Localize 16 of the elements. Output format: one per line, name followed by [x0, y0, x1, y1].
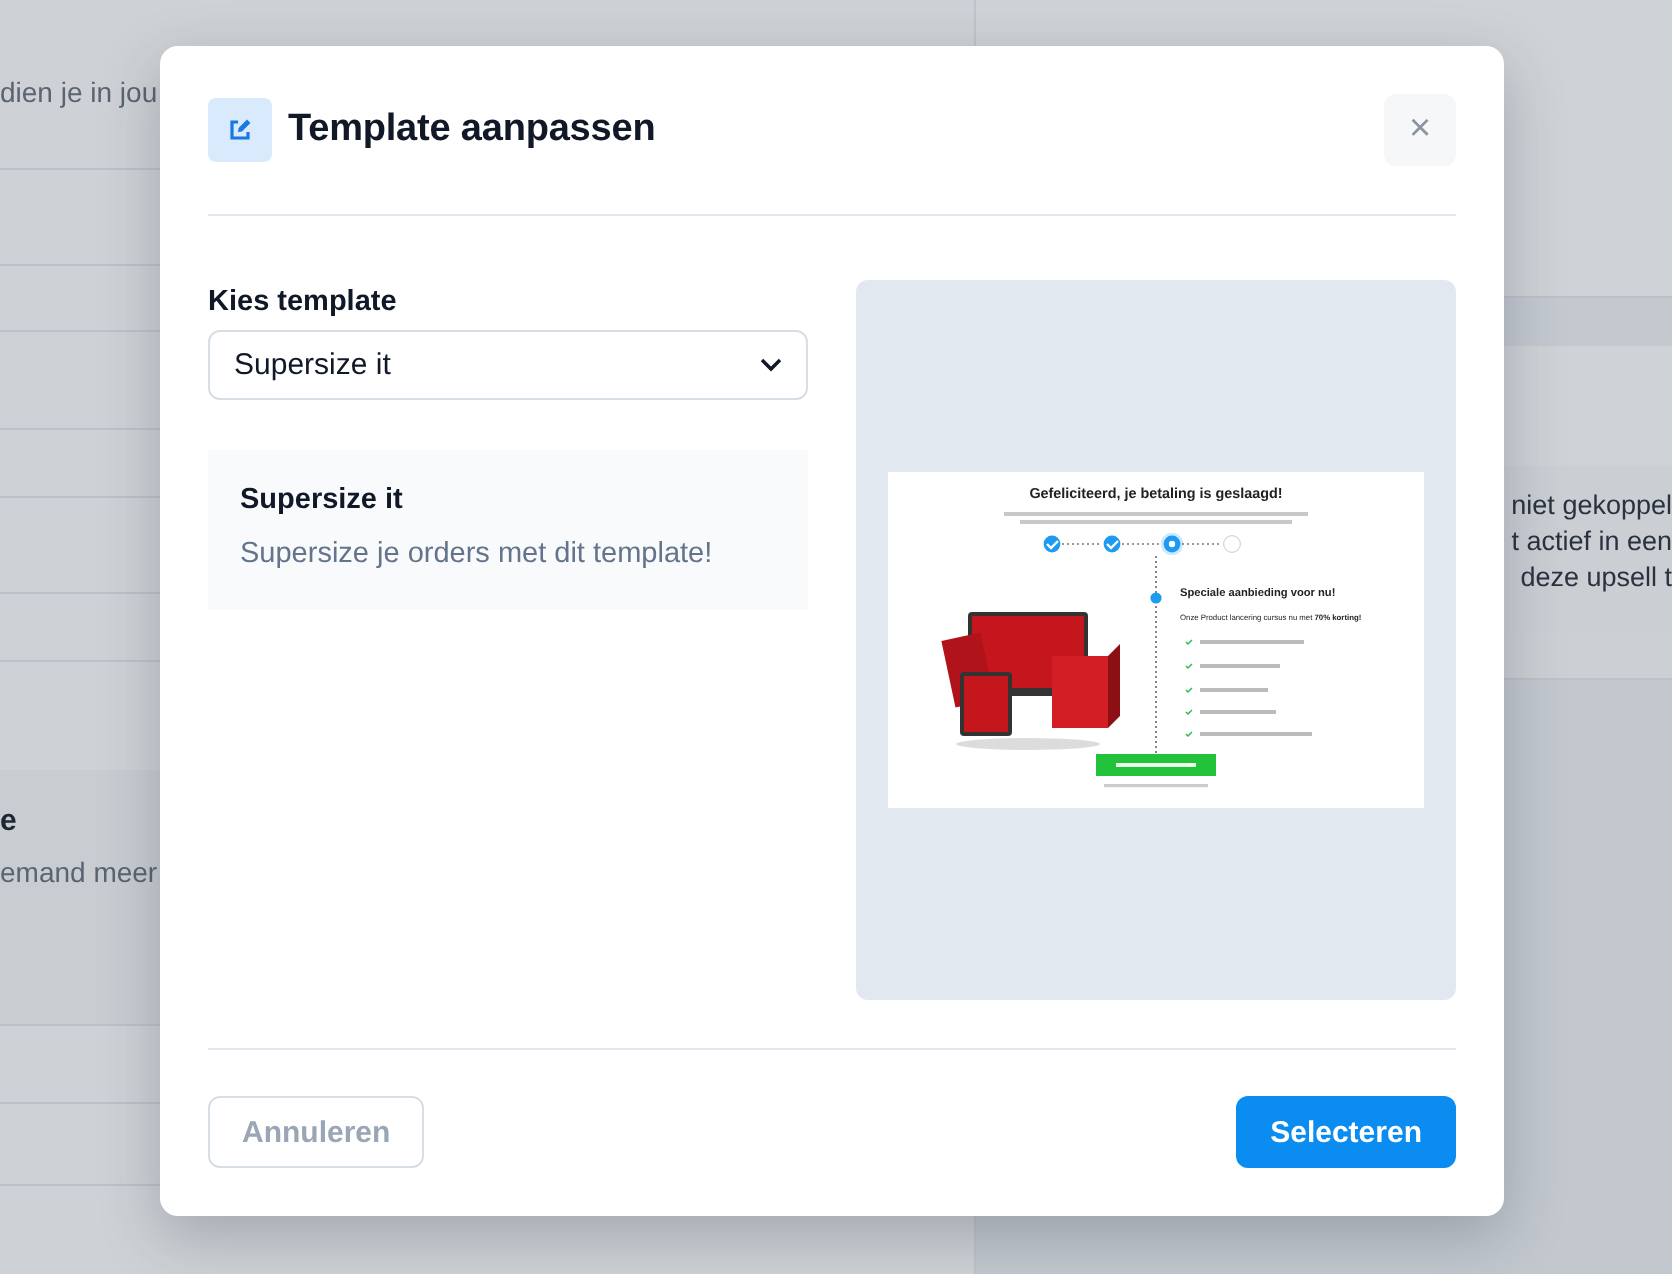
notice-text-line: deze upsell t [1520, 562, 1672, 592]
dialog-title: Template aanpassen [288, 107, 658, 152]
notice-text-line: niet gekoppel [1511, 490, 1672, 520]
select-button[interactable]: Selecteren [1236, 1096, 1456, 1169]
template-select[interactable]: Supersize it [208, 329, 808, 399]
section-text: emand meer [0, 856, 158, 888]
template-name: Supersize it [240, 483, 405, 515]
edit-icon [208, 98, 272, 163]
field-label: Kies template [208, 285, 399, 317]
close-button[interactable]: × [1384, 93, 1456, 166]
cancel-button[interactable]: Annuleren [208, 1096, 425, 1169]
chevron-down-icon [760, 357, 782, 371]
notice-text-line: t actief in een [1511, 526, 1672, 556]
template-description: Supersize je orders met dit template! [240, 537, 715, 569]
section-title: e [0, 804, 19, 842]
intro-text: dien je in jou [0, 76, 158, 108]
